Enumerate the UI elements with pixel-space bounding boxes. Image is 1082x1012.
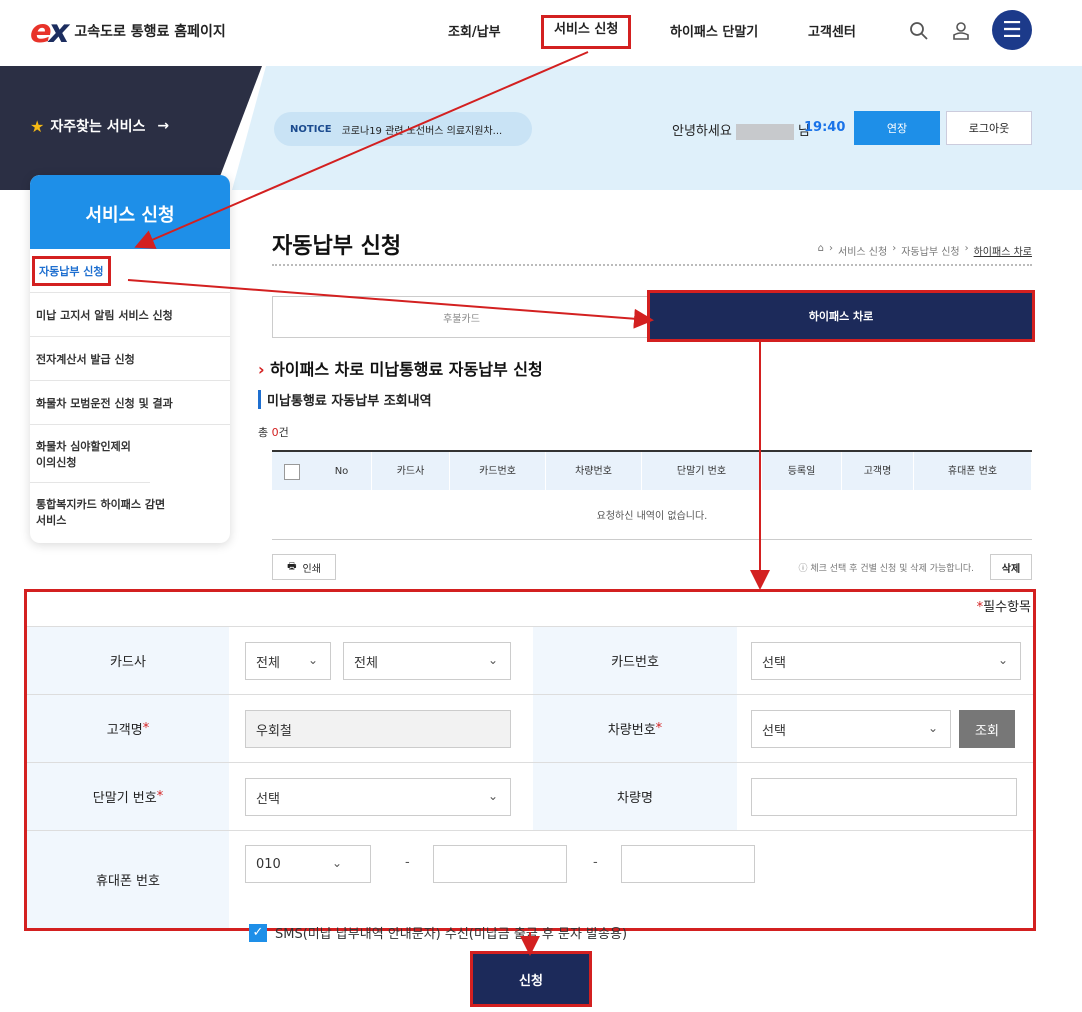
user-name-blurred [735,123,794,140]
form-row-card: 카드사 전체 ⌄ 전체 ⌄ 카드번호 선택 ⌄ [27,626,1033,694]
hint-text: ⓘ 체크 선택 후 건별 신청 및 삭제 가능합니다. [798,564,974,574]
sidebar-title: 서비스 신청 [30,175,230,249]
header: ex 고속도로 통행료 홈페이지 조회/납부 서비스 신청 하이패스 단말기 고… [0,0,1082,66]
card-product-select[interactable]: 전체 ⌄ [343,642,511,680]
arrow-right-icon: → [157,118,170,134]
user-icon[interactable] [944,14,978,48]
customer-name-label: 고객명 * [27,695,229,762]
select-all-checkbox[interactable] [284,464,300,480]
col-reg-date: 등록일 [762,452,842,492]
terminal-number-select[interactable]: 선택 ⌄ [245,778,511,816]
vehicle-number-select[interactable]: 선택 ⌄ [751,710,951,748]
total-count: 총 0건 [258,426,289,439]
col-phone: 휴대폰 번호 [914,452,1032,492]
sub-title: 미납통행료 자동납부 조회내역 [258,390,432,409]
notice-bar[interactable]: NOTICE 코로나19 관련 노선버스 의료지원차... [274,112,532,146]
customer-name-field: 우회철 [245,710,511,748]
sms-consent-label: SMS(미납 납부내역 안내문자) 수신(미납금 출금 후 문자 발송용) [275,927,628,942]
chevron-down-icon: ⌄ [487,789,498,803]
card-company-select[interactable]: 전체 ⌄ [245,642,331,680]
chevron-down-icon: ⌄ [487,653,498,667]
table-empty-message: 요청하신 내역이 없습니다. [272,490,1032,540]
nav-item-service[interactable]: 서비스 신청 [541,15,632,49]
card-number-label: 카드번호 [533,627,737,694]
col-vehicle-number: 차량번호 [546,452,642,492]
chevron-down-icon: ⌄ [307,653,318,667]
required-note: *필수항목 [976,600,1031,615]
chevron-down-icon: ⌄ [331,856,342,870]
application-form: *필수항목 카드사 전체 ⌄ 전체 ⌄ 카드번호 선택 ⌄ 고객명 * 우회철 차량번호… [24,589,1036,942]
sidebar-item-truck-night-discount[interactable]: 화물차 심야할인제외 이의신청 [30,425,150,483]
chevron-down-icon: ⌄ [997,653,1008,667]
star-icon: ★ [30,116,45,136]
submit-button[interactable]: 신청 [470,951,592,1007]
checkbox-checked-icon[interactable]: ✓ [249,923,267,942]
form-row-customer: 고객명 * 우회철 차량번호 * 선택 ⌄ 조회 [27,694,1033,762]
phone-label: 휴대폰 번호 [27,831,229,928]
section-title: › 하이패스 차로 미납통행료 자동납부 신청 [258,360,543,379]
vehicle-name-field[interactable] [751,778,1017,816]
vehicle-number-label: 차량번호 * [533,695,737,762]
print-button[interactable]: 🖶 인쇄 [272,554,336,580]
sidebar: 서비스 신청 자동납부 신청 미납 고지서 알림 서비스 신청 전자계산서 발급… [30,175,230,543]
sidebar-item-e-invoice[interactable]: 전자계산서 발급 신청 [30,337,230,381]
sidebar-item-unpaid-notice[interactable]: 미납 고지서 알림 서비스 신청 [30,293,230,337]
col-customer-name: 고객명 [842,452,914,492]
col-card-number: 카드번호 [450,452,546,492]
title-divider [272,264,1032,266]
card-company-label: 카드사 [27,627,229,694]
terminal-number-label: 단말기 번호 * [27,763,229,830]
delete-button[interactable]: 삭제 [990,554,1032,580]
card-number-select[interactable]: 선택 ⌄ [751,642,1021,680]
nav-item-inquiry[interactable]: 조회/납부 [448,18,501,48]
search-icon[interactable] [902,14,936,48]
form-row-phone: 휴대폰 번호 010 ⌄ - - ✓ SMS(미납 납부내역 안내문자) 수신(미… [27,830,1033,942]
sidebar-item-truck-model-driving[interactable]: 화물차 모범운전 신청 및 결과 [30,381,230,425]
home-icon[interactable]: ⌂ [818,243,824,258]
printer-icon: 🖶 [287,560,297,572]
phone-prefix-select[interactable]: 010 ⌄ [245,845,371,883]
logout-button[interactable]: 로그아웃 [946,111,1032,145]
col-terminal-number: 단말기 번호 [642,452,762,492]
breadcrumb: ⌂ › 서비스 신청 › 자동납부 신청 › 하이패스 차로 [817,243,1032,258]
session-timer: 19:40 [804,120,846,135]
nav-item-customer-center[interactable]: 고객센터 [808,18,856,48]
notice-text: 코로나19 관련 노선버스 의료지원차... [341,125,503,137]
chevron-right-icon: › [258,360,265,379]
form-row-terminal: 단말기 번호 * 선택 ⌄ 차량명 [27,762,1033,830]
nav-item-hipass-terminal[interactable]: 하이패스 단말기 [670,18,758,48]
vehicle-name-label: 차량명 [533,763,737,830]
phone-last-field[interactable] [621,845,755,883]
dash: - [593,855,598,870]
menu-icon[interactable]: ☰ [992,10,1032,50]
table-header: No 카드사 카드번호 차량번호 단말기 번호 등록일 고객명 휴대폰 번호 [272,450,1032,492]
phone-middle-field[interactable] [433,845,567,883]
page-title: 자동납부 신청 [272,234,402,259]
tab-hipass-lane[interactable]: 하이패스 차로 [647,290,1035,342]
favorite-services-label: 자주찾는 서비스 [50,119,146,135]
favorite-services[interactable]: ★ 자주찾는 서비스 → [30,116,169,136]
sidebar-item-welfare-card[interactable]: 통합복지카드 하이패스 감면서비스 [30,483,180,541]
notice-tag: NOTICE [290,123,332,135]
sms-consent[interactable]: ✓ SMS(미납 납부내역 안내문자) 수신(미납금 출금 후 문자 발송용) [249,923,627,942]
tab-postpaid-card[interactable]: 후불카드 [272,296,650,338]
col-no: No [312,452,372,492]
greeting: 안녕하세요 님 [672,123,810,140]
sidebar-item-auto-payment[interactable]: 자동납부 신청 [30,249,230,293]
col-card-company: 카드사 [372,452,450,492]
chevron-down-icon: ⌄ [927,721,938,735]
extend-session-button[interactable]: 연장 [854,111,940,145]
vehicle-query-button[interactable]: 조회 [959,710,1015,748]
dash: - [405,855,410,870]
